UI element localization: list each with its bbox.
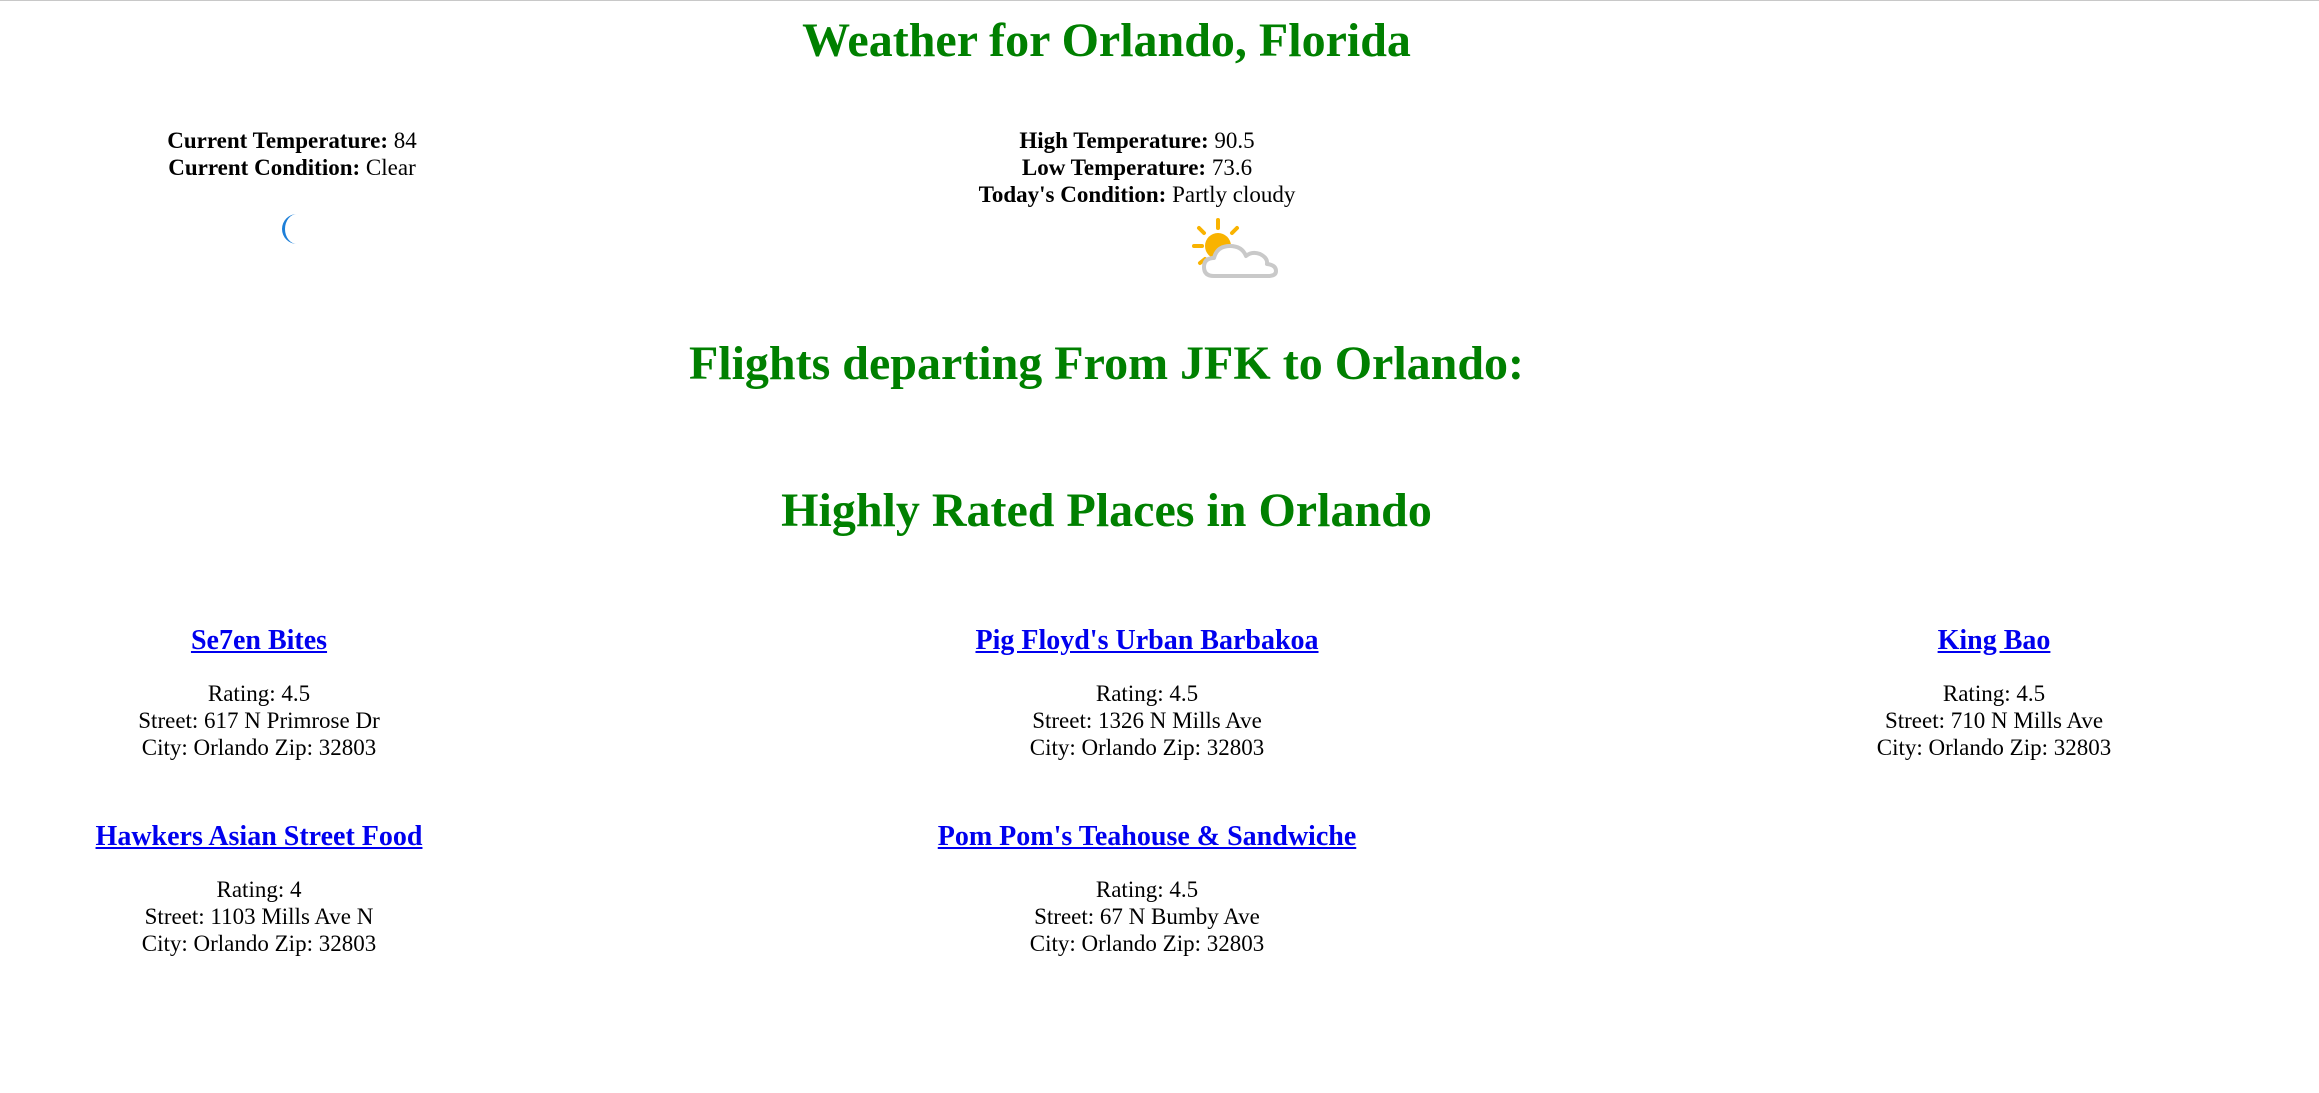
place-city: City: Orlando Zip: 32803 [141,931,377,956]
place-rating: Rating: 4.5 [207,681,311,706]
place-city: City: Orlando Zip: 32803 [141,735,377,760]
today-condition-label: Today's Condition: [978,182,1167,207]
place-street: Street: 710 N Mills Ave [1884,708,2104,733]
place-rating: Rating: 4.5 [1095,877,1199,902]
high-temperature: High Temperature: 90.5 [937,127,1337,154]
low-temperature: Low Temperature: 73.6 [937,154,1337,181]
place-street: Street: 617 N Primrose Dr [138,708,380,733]
place-street: Street: 67 N Bumby Ave [1034,904,1260,929]
place-link[interactable]: Se7en Bites [191,625,327,657]
low-temperature-value: 73.6 [1211,155,1253,180]
place-rating: Rating: 4.5 [1095,681,1199,706]
place-street: Street: 1326 N Mills Ave [1032,708,1262,733]
place-link[interactable]: King Bao [1938,625,2051,657]
high-temperature-label: High Temperature: [1019,128,1209,153]
today-weather: High Temperature: 90.5 Low Temperature: … [937,127,1337,208]
low-temperature-label: Low Temperature: [1021,155,1207,180]
place-link[interactable]: Hawkers Asian Street Food [96,821,423,853]
top-divider [0,0,2319,1]
current-condition-value: Clear [365,155,416,180]
place-card: Se7en Bites Rating: 4.5 Street: 617 N Pr… [138,625,379,761]
place-card: Pom Pom's Teahouse & Sandwiche Rating: 4… [938,821,1357,957]
place-card: Pig Floyd's Urban Barbakoa Rating: 4.5 S… [975,625,1318,761]
place-street: Street: 1103 Mills Ave N [144,904,374,929]
place-card: King Bao Rating: 4.5 Street: 710 N Mills… [1877,625,2111,761]
weather-heading: Weather for Orlando, Florida [802,14,1411,67]
crescent-moon-icon [282,214,297,244]
current-temperature-value: 84 [393,128,417,153]
current-condition-label: Current Condition: [168,155,361,180]
place-city: City: Orlando Zip: 32803 [1876,735,2112,760]
current-weather: Current Temperature: 84 Current Conditio… [92,127,492,181]
place-rating: Rating: 4 [216,877,302,902]
partly-cloudy-icon [1192,218,1278,278]
place-city: City: Orlando Zip: 32803 [1029,735,1265,760]
high-temperature-value: 90.5 [1214,128,1255,153]
places-heading: Highly Rated Places in Orlando [781,484,1432,537]
current-condition: Current Condition: Clear [92,154,492,181]
place-city: City: Orlando Zip: 32803 [1029,931,1265,956]
place-link[interactable]: Pig Floyd's Urban Barbakoa [975,625,1318,657]
flights-heading: Flights departing From JFK to Orlando: [688,337,1525,390]
today-condition: Today's Condition: Partly cloudy [937,181,1337,208]
today-condition-value: Partly cloudy [1172,182,1296,207]
current-temperature-label: Current Temperature: [167,128,389,153]
place-rating: Rating: 4.5 [1942,681,2046,706]
place-link[interactable]: Pom Pom's Teahouse & Sandwiche [938,821,1357,853]
place-card: Hawkers Asian Street Food Rating: 4 Stre… [96,821,423,957]
current-temperature: Current Temperature: 84 [92,127,492,154]
